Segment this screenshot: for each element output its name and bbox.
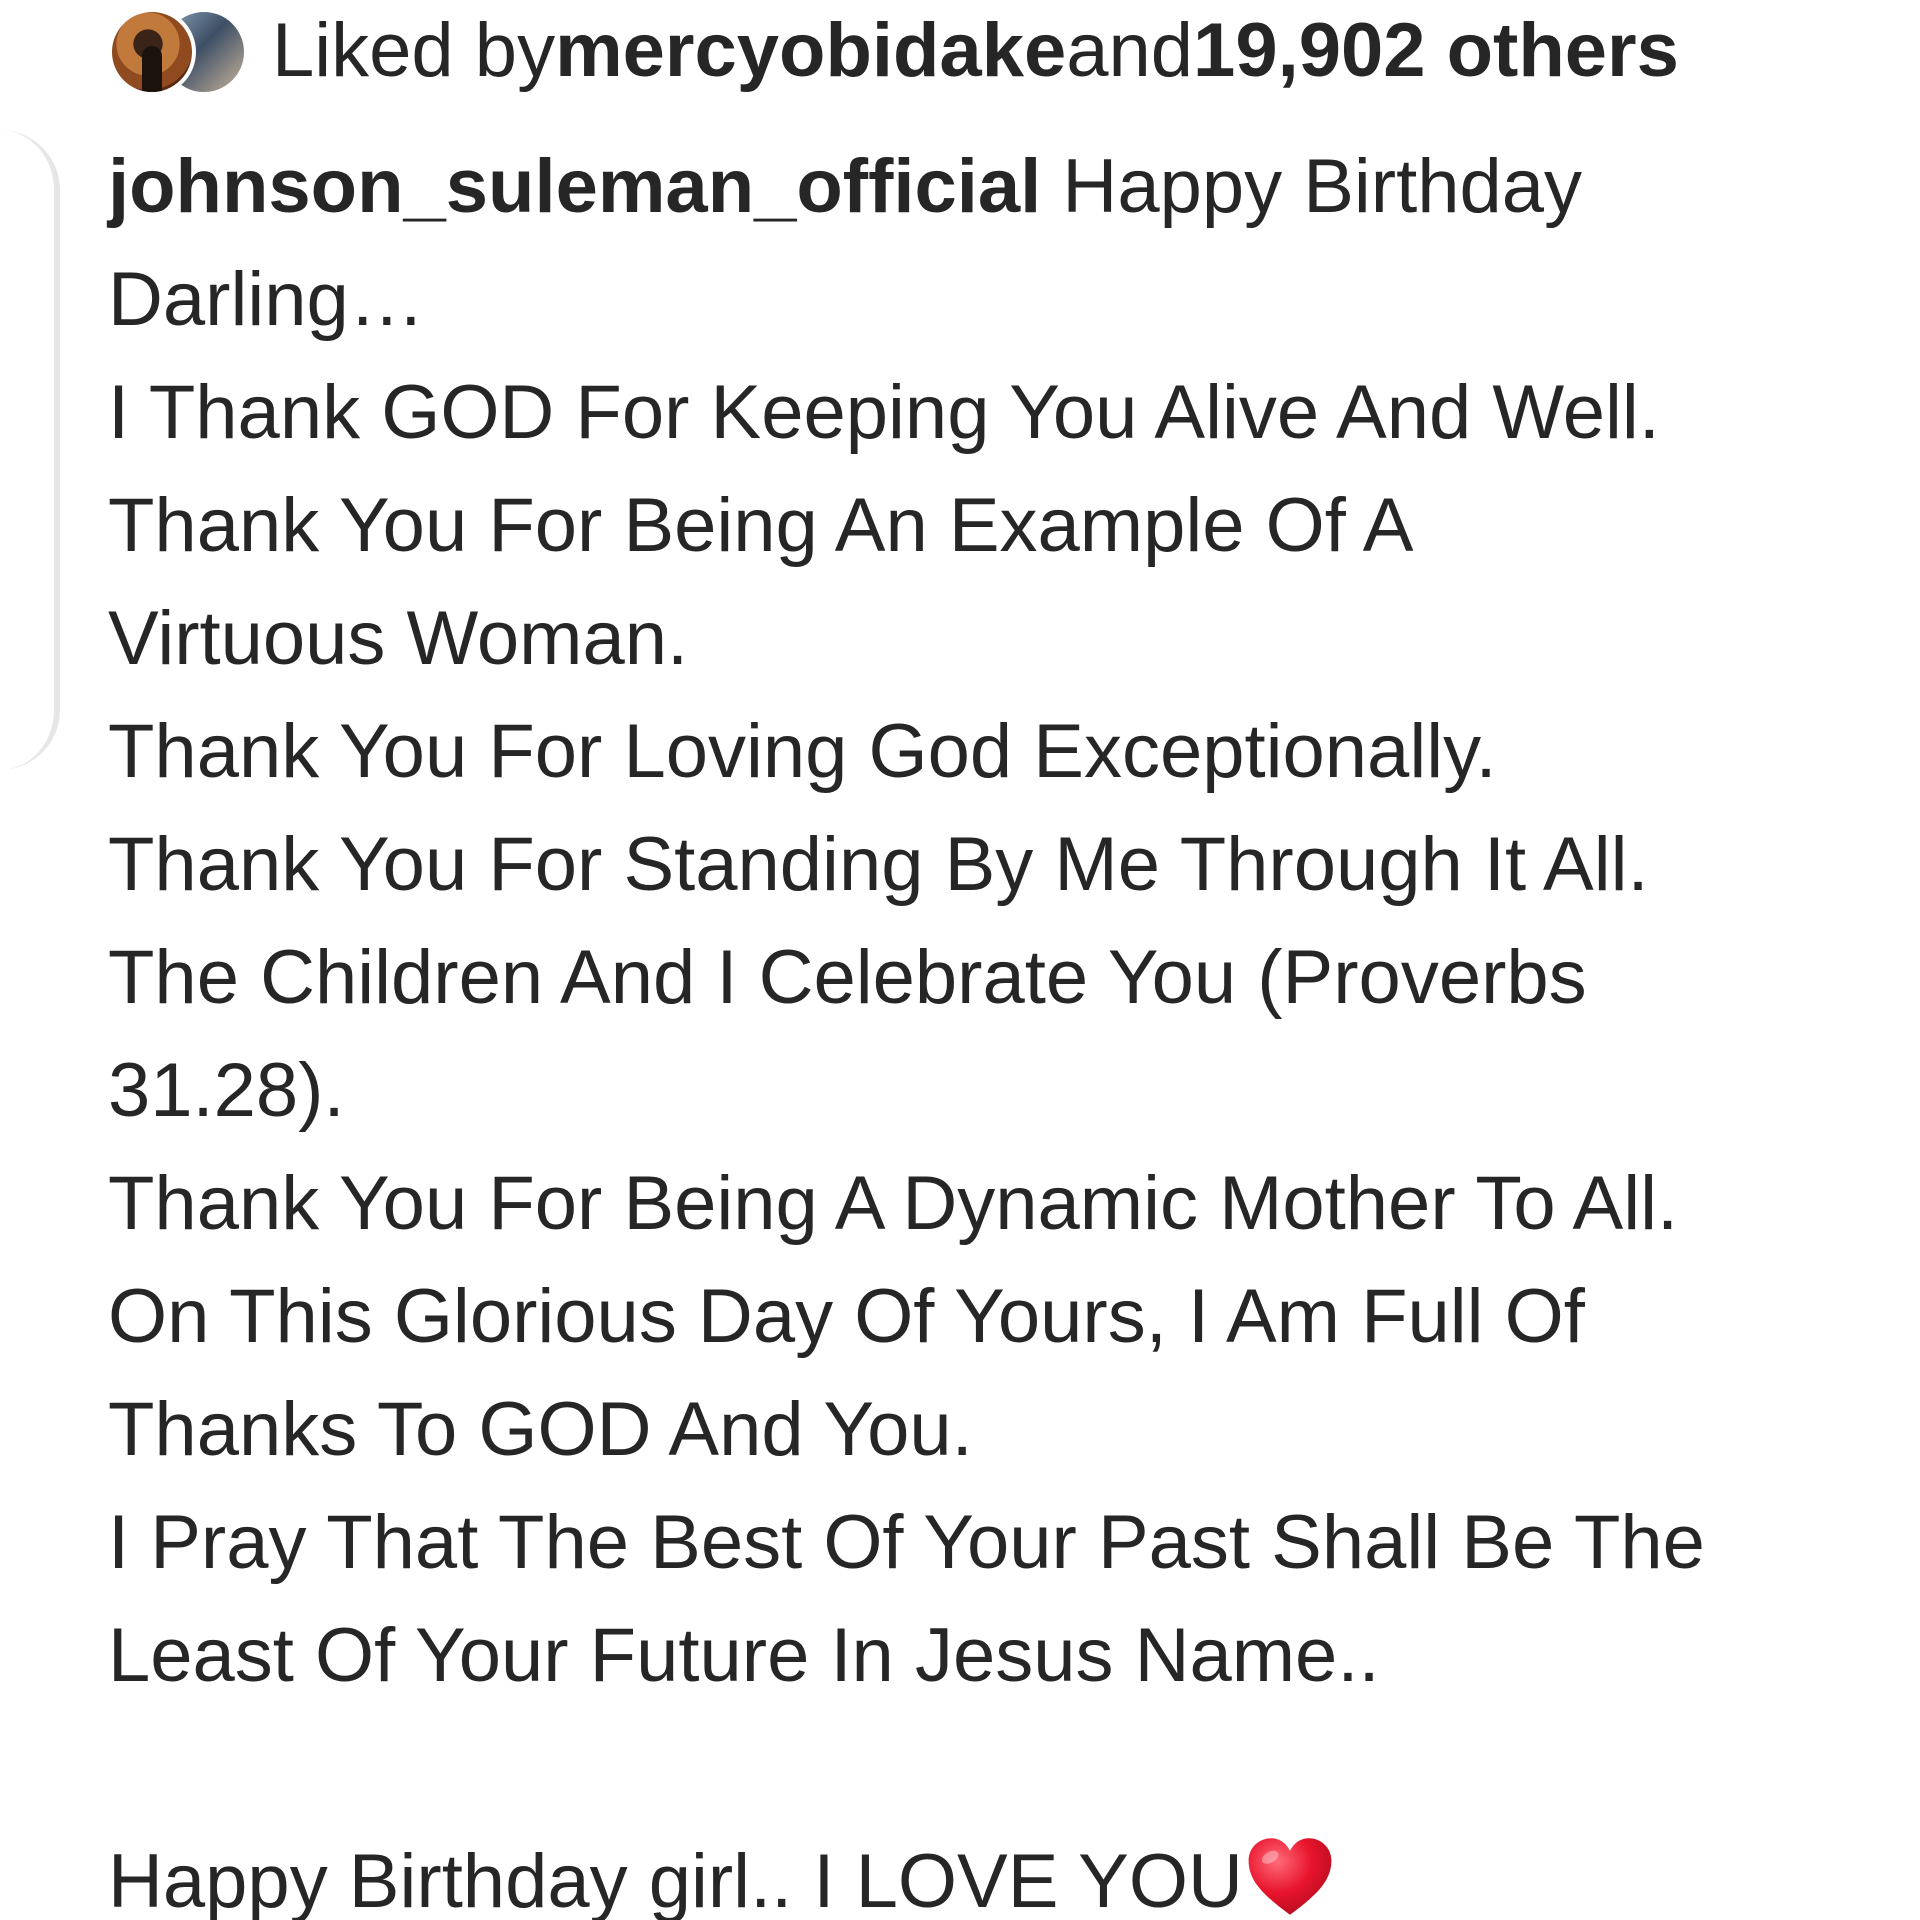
post-caption: johnson_suleman_official Happy Birthday … [108,130,1868,1920]
liked-by-prefix: Liked by [272,7,556,93]
caption-line: 31.28). [108,1048,345,1133]
caption-line: The Children And I Celebrate You (Prover… [108,935,1587,1020]
caption-line: I Thank GOD For Keeping You Alive And We… [108,370,1660,455]
caption-line: Thank You For Loving God Exceptionally. [108,709,1497,794]
caption-line: Happy Birthday girl.. I LOVE YOU [108,1825,1868,1920]
caption-line: On This Glorious Day Of Yours, I Am Full… [108,1274,1585,1359]
liker-avatars[interactable] [108,0,258,100]
caption-line: Thanks To GOD And You. [108,1387,973,1472]
likes-summary[interactable]: Liked by mercyobidake and 19,902 others [108,0,1679,100]
caption-line: Thank You For Being A Dynamic Mother To … [108,1161,1679,1246]
caption-line: I Pray That The Best Of Your Past Shall … [108,1500,1705,1585]
caption-text: Happy Birthday girl.. I LOVE YOU [108,1839,1243,1920]
liked-by-conjunction: and [1066,7,1194,93]
caption-line: Darling… [108,257,425,342]
previous-panel-edge [0,130,60,770]
red-heart-icon [1248,1838,1332,1915]
liker-username-link[interactable]: mercyobidake [555,7,1066,94]
caption-line: Virtuous Woman. [108,596,689,681]
caption-line: johnson_suleman_official Happy Birthday [108,130,1868,243]
caption-line: Thank You For Being An Example Of A [108,483,1414,568]
author-username-link[interactable]: johnson_suleman_official [108,144,1041,229]
caption-line: Least Of Your Future In Jesus Name.. [108,1613,1380,1698]
caption-text: Happy Birthday [1041,144,1583,229]
avatar [108,8,196,96]
likes-count-link[interactable]: 19,902 others [1193,7,1679,94]
caption-line: Thank You For Standing By Me Through It … [108,822,1649,907]
